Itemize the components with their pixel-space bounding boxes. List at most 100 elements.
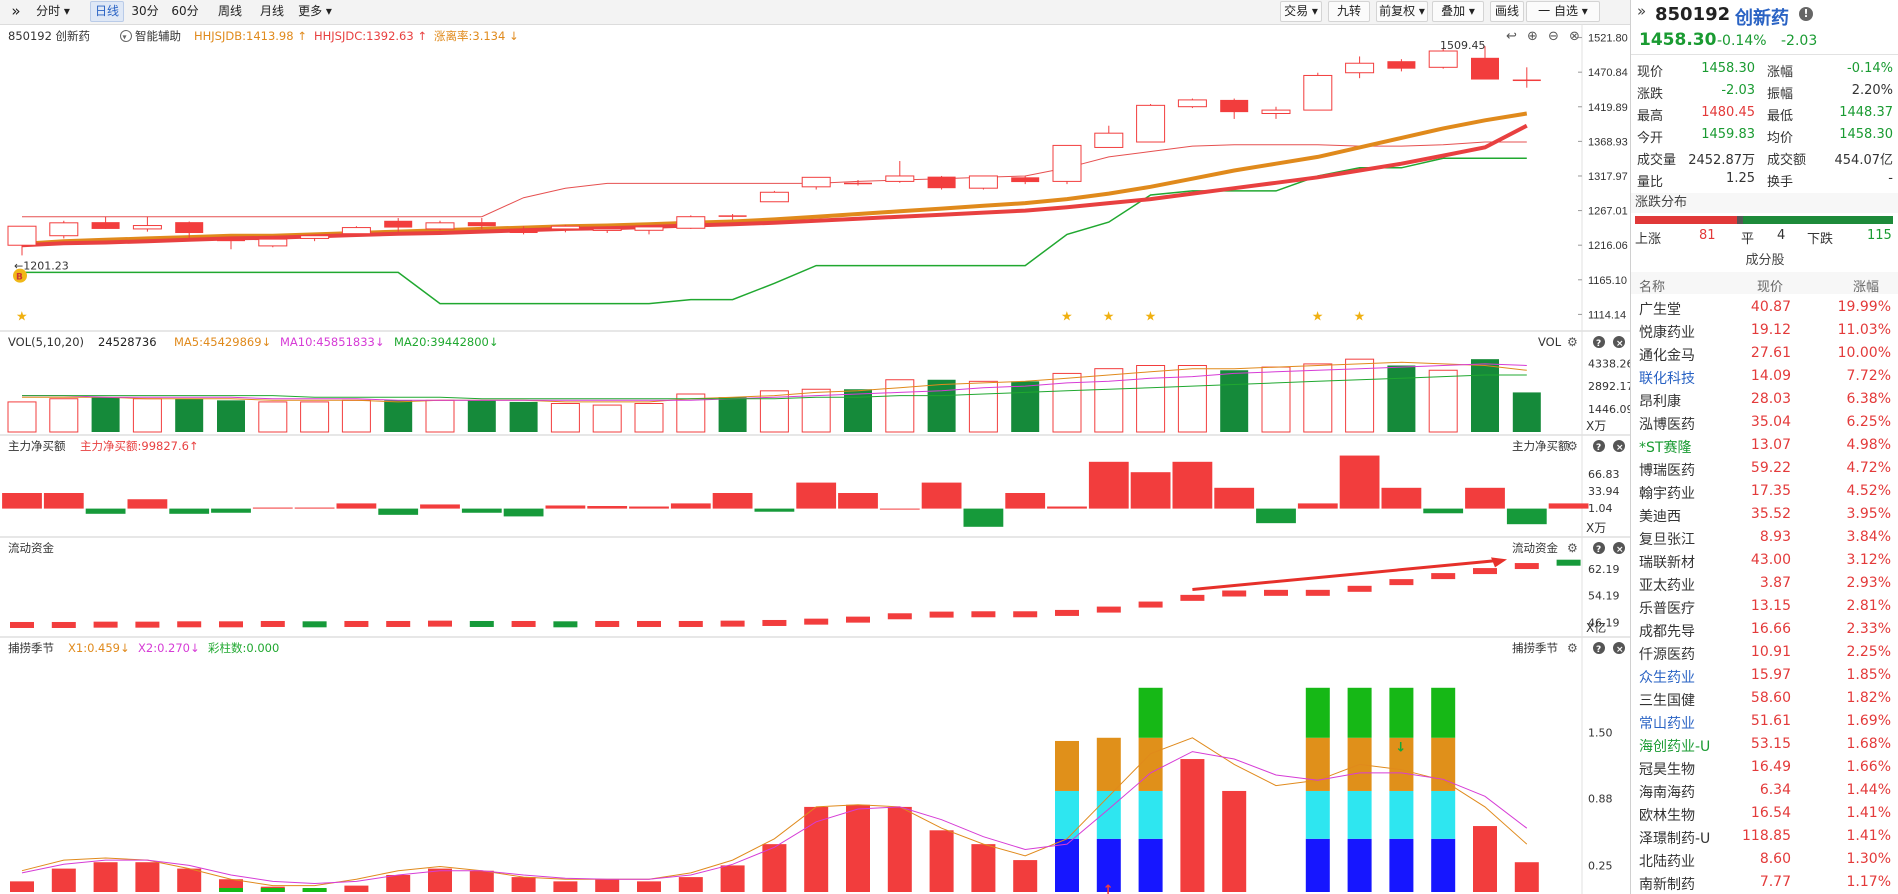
expand-right-icon[interactable]: » <box>1637 2 1646 20</box>
tool-button-5[interactable]: 一 自选 ▾ <box>1526 1 1600 22</box>
list-item[interactable]: 欧林生物 16.54 1.41% <box>1631 802 1898 825</box>
liquid-bar <box>1013 611 1038 618</box>
list-item[interactable]: 联化科技 14.09 7.72% <box>1631 365 1898 388</box>
quote-row: 量比 1.25 换手 - <box>1631 168 1898 190</box>
unit-label: X亿 <box>1586 620 1606 635</box>
list-item[interactable]: 海南海药 6.34 1.44% <box>1631 779 1898 802</box>
liquid-bar <box>511 620 536 627</box>
volume-bar <box>509 401 538 432</box>
candle-body <box>425 222 455 230</box>
net-flow-bar <box>169 508 210 514</box>
list-item[interactable]: 常山药业 51.61 1.69% <box>1631 710 1898 733</box>
quote-key: 均价 <box>1767 131 1794 146</box>
list-item[interactable]: 翰宇药业 17.35 4.52% <box>1631 480 1898 503</box>
chart-ctrl-icon: ↩ <box>1506 29 1517 44</box>
candle-body <box>718 215 747 217</box>
y-tick-label: 1267.01 <box>1588 206 1628 218</box>
trend-arrow-head-icon <box>1491 557 1507 568</box>
col-name[interactable]: 名称 <box>1639 276 1665 295</box>
list-item[interactable]: 冠昊生物 16.49 1.66% <box>1631 756 1898 779</box>
info-icon[interactable]: ! <box>1799 7 1813 21</box>
collapse-left-icon[interactable]: » <box>6 2 26 21</box>
quote-value: 1459.83 <box>1701 127 1755 142</box>
y-tick-label: 1.50 <box>1588 726 1613 739</box>
season-bar <box>762 844 787 892</box>
list-item[interactable]: 众生药业 15.97 1.85% <box>1631 664 1898 687</box>
component-name: 欧林生物 <box>1639 808 1695 824</box>
stock-chart-area[interactable]: 1521.80 1470.84 1419.89 1368.93 1317.97 1267.… <box>0 24 1630 894</box>
liquid-bar <box>1222 590 1247 597</box>
component-name: 联化科技 <box>1639 371 1695 387</box>
list-item[interactable]: 博瑞医药 59.22 4.72% <box>1631 457 1898 480</box>
season-right-title: 捕捞季节 <box>1512 641 1558 655</box>
list-item[interactable]: 乐普医疗 13.15 2.81% <box>1631 595 1898 618</box>
list-item[interactable]: 通化金马 27.61 10.00% <box>1631 342 1898 365</box>
liquid-bar <box>678 620 703 627</box>
list-item[interactable]: 美迪西 35.52 3.95% <box>1631 503 1898 526</box>
liquid-bar <box>1389 579 1414 586</box>
net-flow-bar <box>587 506 628 509</box>
list-item[interactable]: 悦康药业 19.12 11.03% <box>1631 319 1898 342</box>
net-flow-bar <box>712 493 753 509</box>
tab-2[interactable]: 30分 <box>128 2 162 21</box>
candle-body <box>968 175 998 189</box>
list-item[interactable]: 泓博医药 35.04 6.25% <box>1631 411 1898 434</box>
ind-zll: 涨离率:3.134 ↓ <box>434 29 519 43</box>
tab-6[interactable]: 更多 ▾ <box>296 2 334 21</box>
component-pct: 1.41% <box>1846 805 1891 821</box>
volume-bar <box>384 400 413 432</box>
tool-button-1[interactable]: 九转 <box>1328 1 1370 22</box>
liquid-bar <box>51 621 76 628</box>
col-pct[interactable]: 涨幅 <box>1853 276 1879 295</box>
tab-5[interactable]: 月线 <box>254 2 290 21</box>
season-bar <box>1389 790 1414 839</box>
net-flow-bar <box>252 507 293 509</box>
candle-body <box>7 225 37 246</box>
col-price[interactable]: 现价 <box>1757 276 1783 295</box>
candle-body <box>1387 61 1416 69</box>
stock-name[interactable]: 创新药 <box>1735 4 1789 30</box>
tool-button-2[interactable]: 前复权 ▾ <box>1376 1 1428 22</box>
season-x2: X2:0.270↓ <box>138 641 200 655</box>
tab-0[interactable]: 分时 ▾ <box>34 2 72 21</box>
volume-bar <box>1387 365 1416 432</box>
list-item[interactable]: 仟源医药 10.91 2.25% <box>1631 641 1898 664</box>
candle-body <box>258 238 288 247</box>
season-bars: 彩柱数:0.000 <box>208 641 279 655</box>
list-item[interactable]: *ST赛隆 13.07 4.98% <box>1631 434 1898 457</box>
component-name: 亚太药业 <box>1639 578 1695 594</box>
ind-hhjsjdb: HHJSJDB:1413.98 ↑ <box>194 29 307 43</box>
list-item[interactable]: 海创药业-U 53.15 1.68% <box>1631 733 1898 756</box>
help-icon-glyph: ? <box>1596 645 1601 655</box>
candle-body <box>175 222 204 234</box>
list-item[interactable]: 复旦张江 8.93 3.84% <box>1631 526 1898 549</box>
list-item[interactable]: 南新制药 7.77 1.17% <box>1631 871 1898 894</box>
tool-button-4[interactable]: 画线 <box>1490 1 1524 22</box>
tab-3[interactable]: 60分 <box>168 2 202 21</box>
list-item[interactable]: 瑞联新材 43.00 3.12% <box>1631 549 1898 572</box>
tool-button-3[interactable]: 叠加 ▾ <box>1432 1 1484 22</box>
list-item[interactable]: 广生堂 40.87 19.99% <box>1631 296 1898 319</box>
quote-value: 2452.87万 <box>1688 153 1755 168</box>
list-item[interactable]: 泽璟制药-U 118.85 1.41% <box>1631 825 1898 848</box>
candle-body <box>384 220 413 228</box>
unit-label: X万 <box>1586 419 1606 433</box>
list-item[interactable]: 三生国健 58.60 1.82% <box>1631 687 1898 710</box>
tab-1[interactable]: 日线 <box>90 1 124 22</box>
component-name: 成都先导 <box>1639 624 1695 640</box>
component-pct: 2.33% <box>1846 621 1891 637</box>
volume-bar <box>467 400 496 432</box>
component-pct: 7.72% <box>1846 368 1891 384</box>
volume-bar <box>1011 381 1040 432</box>
tab-4[interactable]: 周线 <box>212 2 248 21</box>
list-item[interactable]: 北陆药业 8.60 1.30% <box>1631 848 1898 871</box>
volume-bar <box>592 404 622 433</box>
candle-body <box>49 222 79 237</box>
tool-button-0[interactable]: 交易 ▾ <box>1280 1 1322 22</box>
y-tick-label: 0.88 <box>1588 792 1613 805</box>
vol-ma5: MA5:45429869↓ <box>174 335 271 349</box>
list-item[interactable]: 亚太药业 3.87 2.93% <box>1631 572 1898 595</box>
list-item[interactable]: 昂利康 28.03 6.38% <box>1631 388 1898 411</box>
component-name: 乐普医疗 <box>1639 601 1695 617</box>
list-item[interactable]: 成都先导 16.66 2.33% <box>1631 618 1898 641</box>
